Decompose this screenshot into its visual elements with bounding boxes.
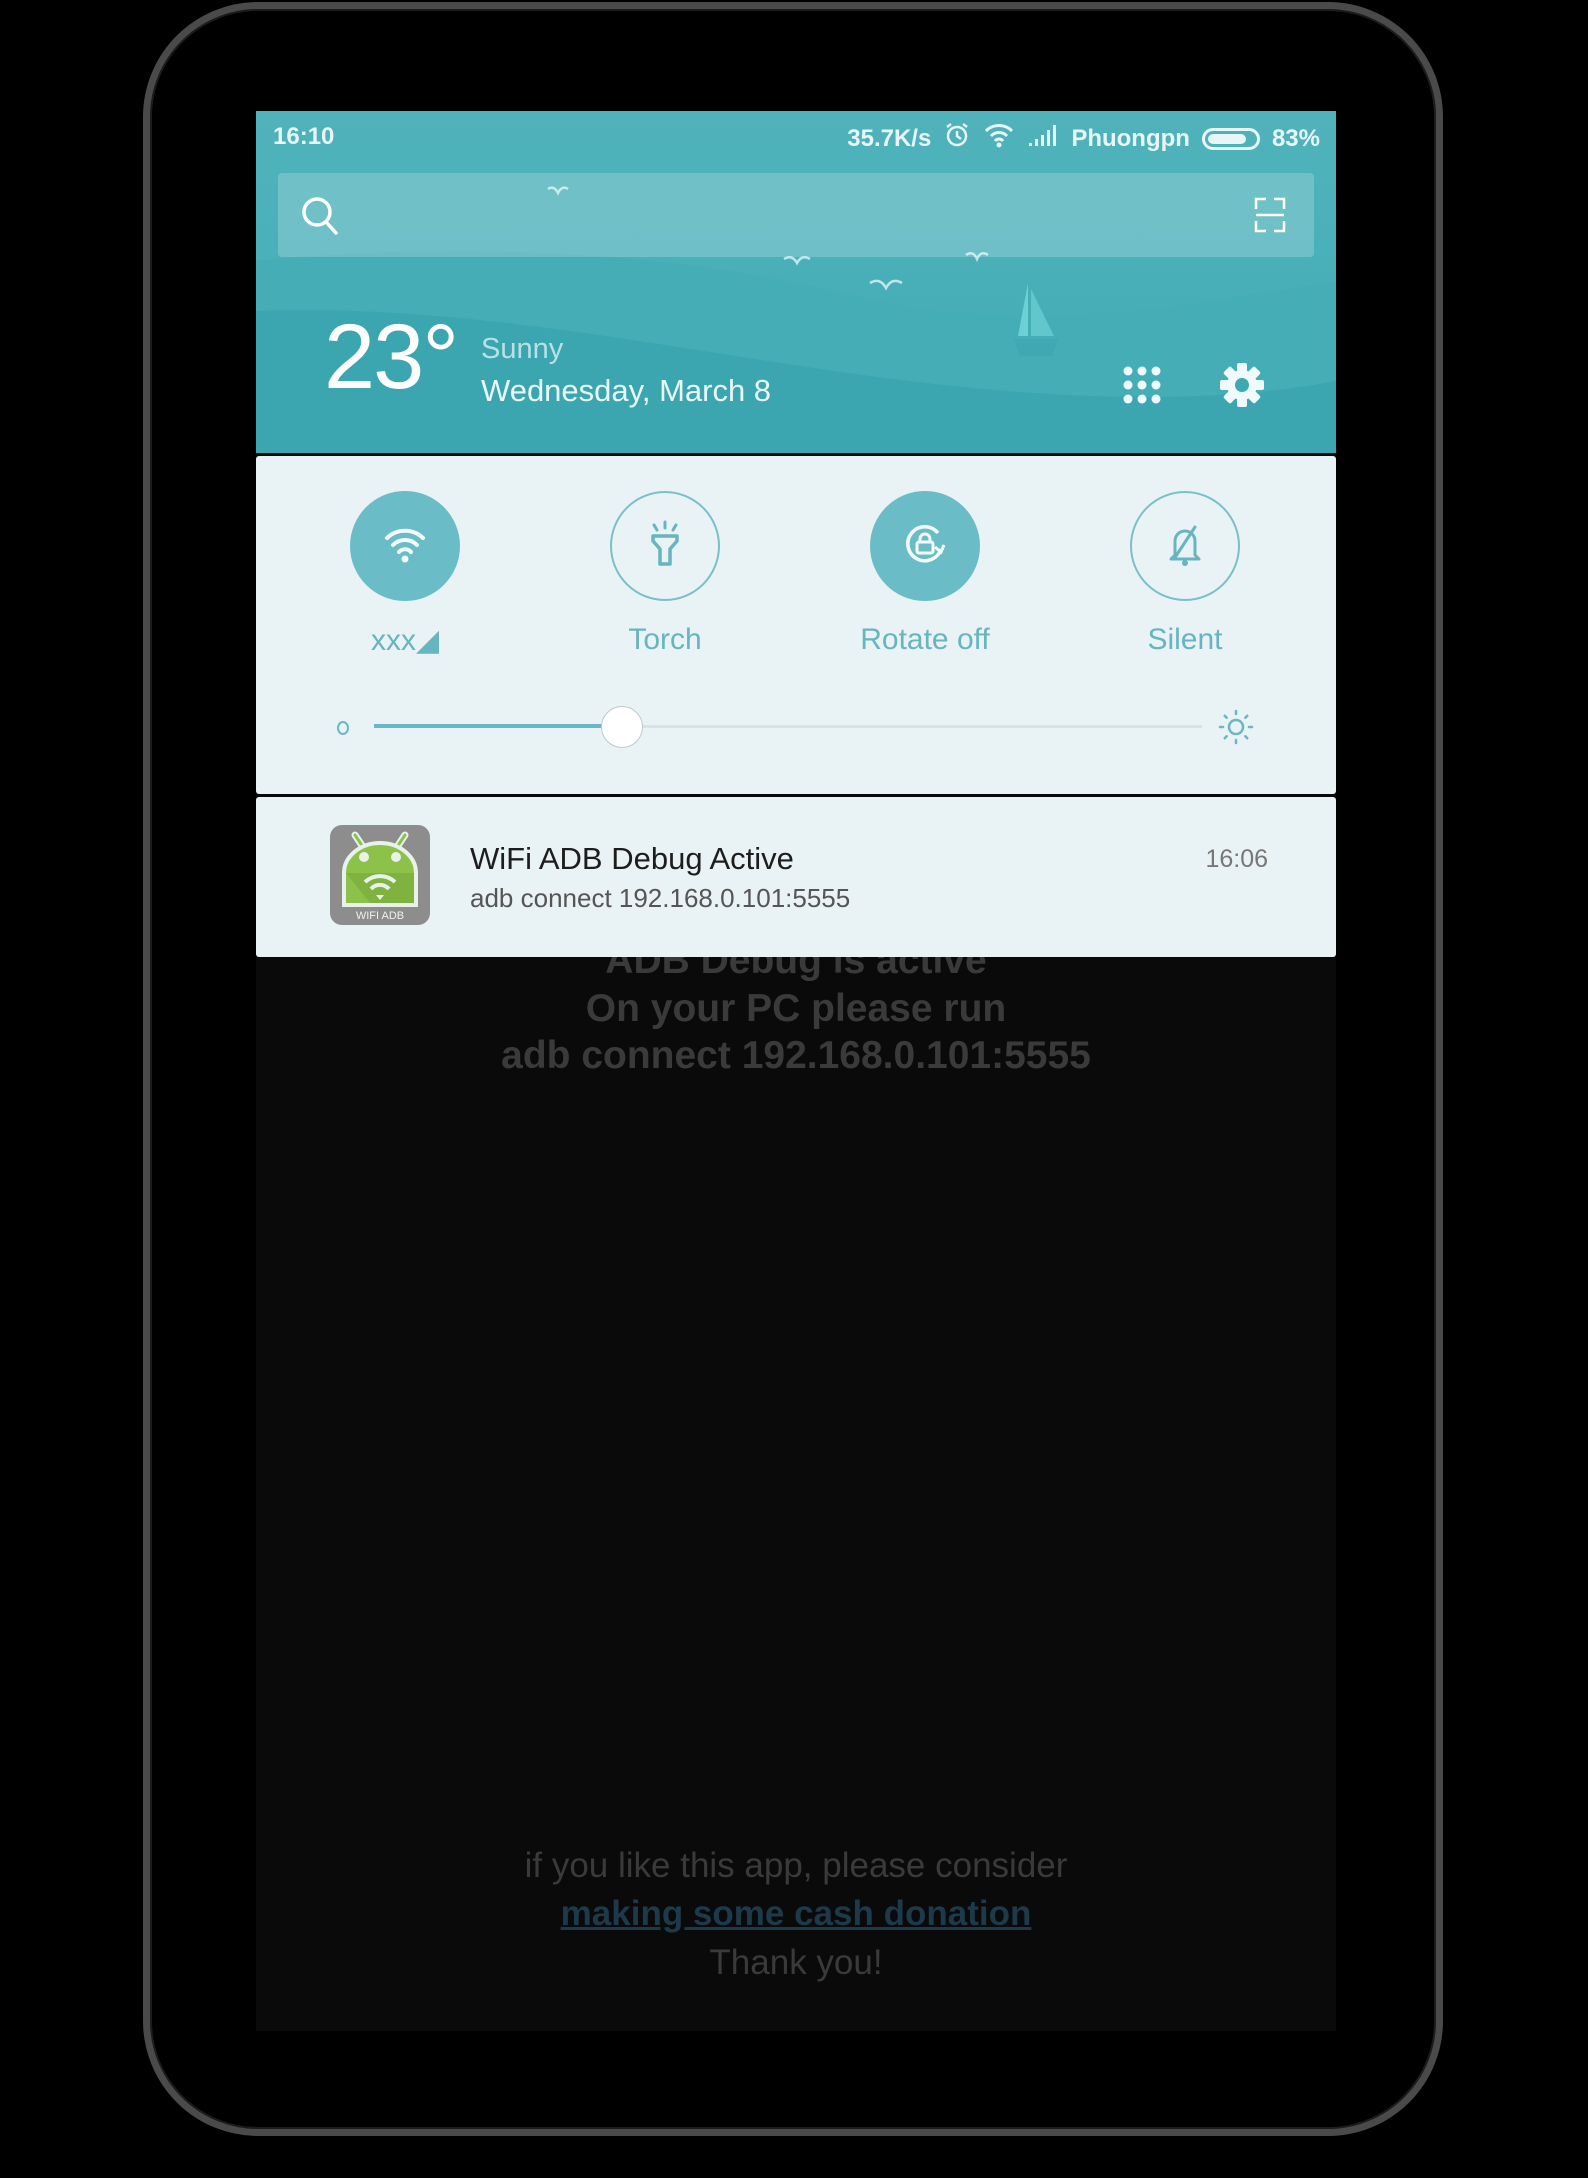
- toggle-circle[interactable]: [1130, 491, 1240, 601]
- toggle-label: Torch: [628, 623, 702, 656]
- donate-link[interactable]: making some cash donation: [256, 1894, 1336, 1934]
- toggle-label: xxx◢: [370, 624, 440, 657]
- brightness-low-icon: [336, 720, 350, 741]
- wifi-icon: [383, 524, 427, 569]
- flashlight-icon: [645, 520, 685, 573]
- quick-settings-panel: xxx◢ Torch Rotate off Silent: [256, 456, 1336, 794]
- apps-grid-icon[interactable]: [1122, 365, 1162, 410]
- toggle-circle[interactable]: [870, 491, 980, 601]
- rotation-lock-icon: [902, 521, 948, 572]
- donate-prompt: if you like this app, please consider: [524, 1846, 1068, 1885]
- adb-command-text: adb connect 192.168.0.101:5555: [501, 1034, 1091, 1077]
- battery-icon: [1201, 127, 1260, 150]
- slider-knob[interactable]: [601, 706, 644, 748]
- toggle-label: Rotate off: [860, 623, 990, 656]
- instruction-text: On your PC please run: [585, 987, 1007, 1030]
- notification-shade-header: 16:10 35.7K/s Phuongpn 83% 23° Sunny Wed…: [256, 111, 1336, 453]
- scan-icon[interactable]: [1254, 197, 1286, 238]
- wifi-icon: [983, 122, 1015, 155]
- device-screen: ADB Debug is active On your PC please ru…: [256, 111, 1336, 2031]
- toggle-torch[interactable]: Torch: [565, 491, 765, 657]
- temperature: 23°: [324, 306, 459, 408]
- notification-time: 16:06: [1205, 845, 1268, 873]
- date: Wednesday, March 8: [481, 373, 772, 408]
- network-speed: 35.7K/s: [847, 124, 932, 152]
- brightness-high-icon: [1218, 709, 1254, 750]
- svg-text:WIFI ADB: WIFI ADB: [356, 910, 404, 922]
- brightness-slider[interactable]: [256, 706, 1336, 748]
- search-icon[interactable]: [300, 195, 340, 242]
- wifi-adb-app-icon: WIFI ADB: [330, 825, 430, 925]
- notification-title: WiFi ADB Debug Active: [470, 841, 794, 876]
- search-bar[interactable]: [278, 173, 1314, 257]
- notification-card[interactable]: WIFI ADB WiFi ADB Debug Active adb conne…: [256, 797, 1336, 957]
- signal-icon: [1027, 123, 1059, 154]
- status-bar: 16:10 35.7K/s Phuongpn 83%: [256, 111, 1336, 163]
- notification-body: adb connect 192.168.0.101:5555: [470, 883, 851, 913]
- toggle-silent[interactable]: Silent: [1085, 491, 1285, 657]
- alarm-icon: [943, 121, 971, 156]
- toggle-label: Silent: [1147, 623, 1223, 656]
- toggle-wifi[interactable]: xxx◢: [305, 491, 505, 658]
- battery-percent: 83%: [1271, 124, 1320, 152]
- toggle-circle[interactable]: [610, 491, 720, 601]
- settings-gear-icon[interactable]: [1218, 361, 1266, 414]
- clock: 16:10: [273, 123, 335, 150]
- toggle-circle[interactable]: [350, 491, 460, 601]
- toggle-rotate[interactable]: Rotate off: [825, 491, 1025, 657]
- carrier-name: Phuongpn: [1071, 124, 1190, 152]
- bell-off-icon: [1165, 521, 1205, 572]
- slider-fill: [374, 724, 623, 728]
- weather-condition: Sunny: [481, 333, 564, 365]
- thanks-text: Thank you!: [709, 1943, 883, 1982]
